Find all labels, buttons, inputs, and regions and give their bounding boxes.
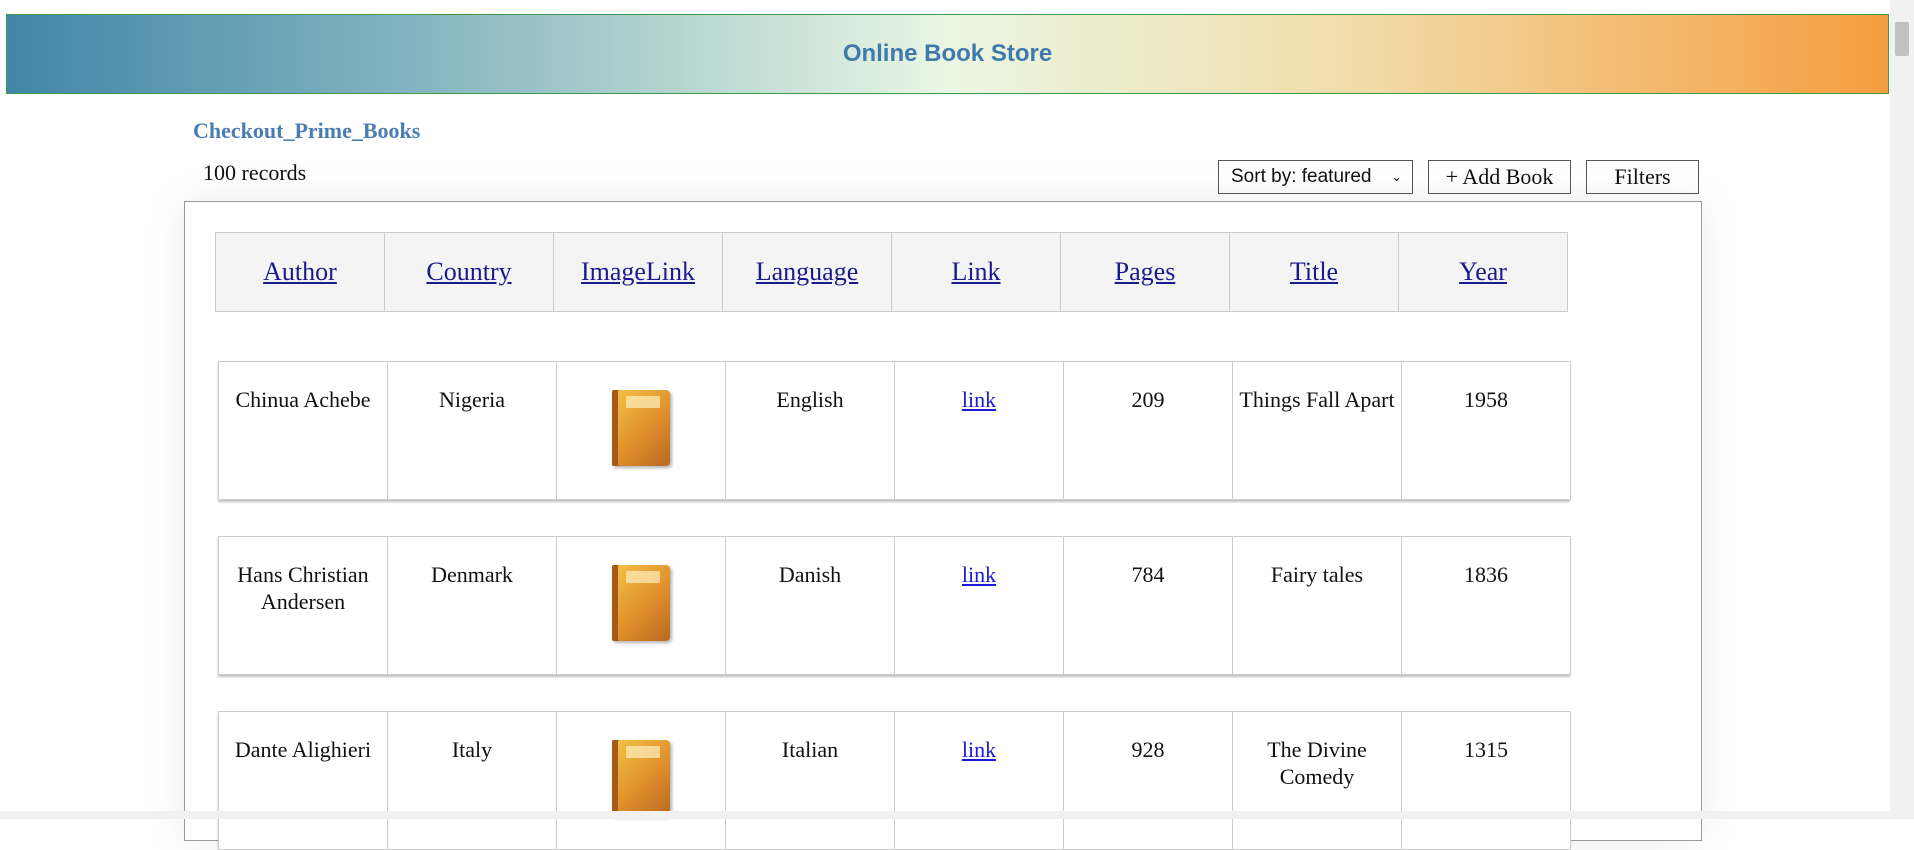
- cell-image: [556, 361, 726, 500]
- book-cover-image: [612, 390, 670, 466]
- horizontal-scrollbar[interactable]: [0, 811, 1890, 819]
- cell-year: 1836: [1401, 536, 1571, 675]
- cell-year: 1958: [1401, 361, 1571, 500]
- cell-link: link: [894, 536, 1064, 675]
- cell-pages: 784: [1063, 536, 1233, 675]
- app-title: Online Book Store: [842, 40, 1053, 67]
- book-cover-image: [612, 565, 670, 641]
- table-header-row: Author Country ImageLink Language Link P…: [215, 232, 1568, 312]
- cell-image: [556, 711, 726, 850]
- cell-country: Italy: [387, 711, 557, 850]
- filters-button[interactable]: Filters: [1586, 160, 1699, 194]
- table-row: Dante Alighieri Italy Italian link 928 T…: [218, 711, 1571, 850]
- header-language: Language: [722, 232, 892, 312]
- cell-author: Chinua Achebe: [218, 361, 388, 500]
- vertical-scrollbar[interactable]: [1890, 0, 1914, 819]
- sort-select[interactable]: Sort by: featured ⌄: [1218, 160, 1413, 194]
- cell-language: Italian: [725, 711, 895, 850]
- cell-image: [556, 536, 726, 675]
- sort-language-link[interactable]: Language: [756, 257, 859, 287]
- header-link: Link: [891, 232, 1061, 312]
- book-link[interactable]: link: [962, 737, 996, 762]
- cell-title: The Divine Comedy: [1232, 711, 1402, 850]
- cell-country: Denmark: [387, 536, 557, 675]
- sort-pages-link[interactable]: Pages: [1115, 257, 1176, 287]
- header-author: Author: [215, 232, 385, 312]
- book-cover-image: [612, 740, 670, 816]
- sort-imagelink-link[interactable]: ImageLink: [581, 257, 695, 287]
- header-year: Year: [1398, 232, 1568, 312]
- cell-language: English: [725, 361, 895, 500]
- store-link[interactable]: Checkout_Prime_Books: [193, 118, 420, 144]
- sort-country-link[interactable]: Country: [426, 257, 511, 287]
- app-header: Online Book Store: [6, 14, 1889, 94]
- cell-title: Fairy tales: [1232, 536, 1402, 675]
- sort-link-link[interactable]: Link: [951, 257, 1000, 287]
- cell-country: Nigeria: [387, 361, 557, 500]
- cell-pages: 928: [1063, 711, 1233, 850]
- sort-select-label: Sort by: featured: [1231, 166, 1372, 187]
- sort-title-link[interactable]: Title: [1290, 257, 1338, 287]
- sort-author-link[interactable]: Author: [263, 257, 337, 287]
- scrollbar-thumb[interactable]: [1895, 22, 1909, 56]
- cell-pages: 209: [1063, 361, 1233, 500]
- cell-author: Dante Alighieri: [218, 711, 388, 850]
- table-row: Hans Christian Andersen Denmark Danish l…: [218, 536, 1571, 675]
- cell-title: Things Fall Apart: [1232, 361, 1402, 500]
- table-row: Chinua Achebe Nigeria English link 209 T…: [218, 361, 1571, 500]
- cell-year: 1315: [1401, 711, 1571, 850]
- header-imagelink: ImageLink: [553, 232, 723, 312]
- book-link[interactable]: link: [962, 387, 996, 412]
- header-pages: Pages: [1060, 232, 1230, 312]
- sort-year-link[interactable]: Year: [1459, 257, 1507, 287]
- cell-author: Hans Christian Andersen: [218, 536, 388, 675]
- cell-link: link: [894, 361, 1064, 500]
- record-count: 100 records: [203, 160, 307, 185]
- book-link[interactable]: link: [962, 562, 996, 587]
- add-book-button[interactable]: + Add Book: [1428, 160, 1571, 194]
- header-title: Title: [1229, 232, 1399, 312]
- cell-language: Danish: [725, 536, 895, 675]
- cell-link: link: [894, 711, 1064, 850]
- header-country: Country: [384, 232, 554, 312]
- chevron-down-icon: ⌄: [1391, 169, 1402, 184]
